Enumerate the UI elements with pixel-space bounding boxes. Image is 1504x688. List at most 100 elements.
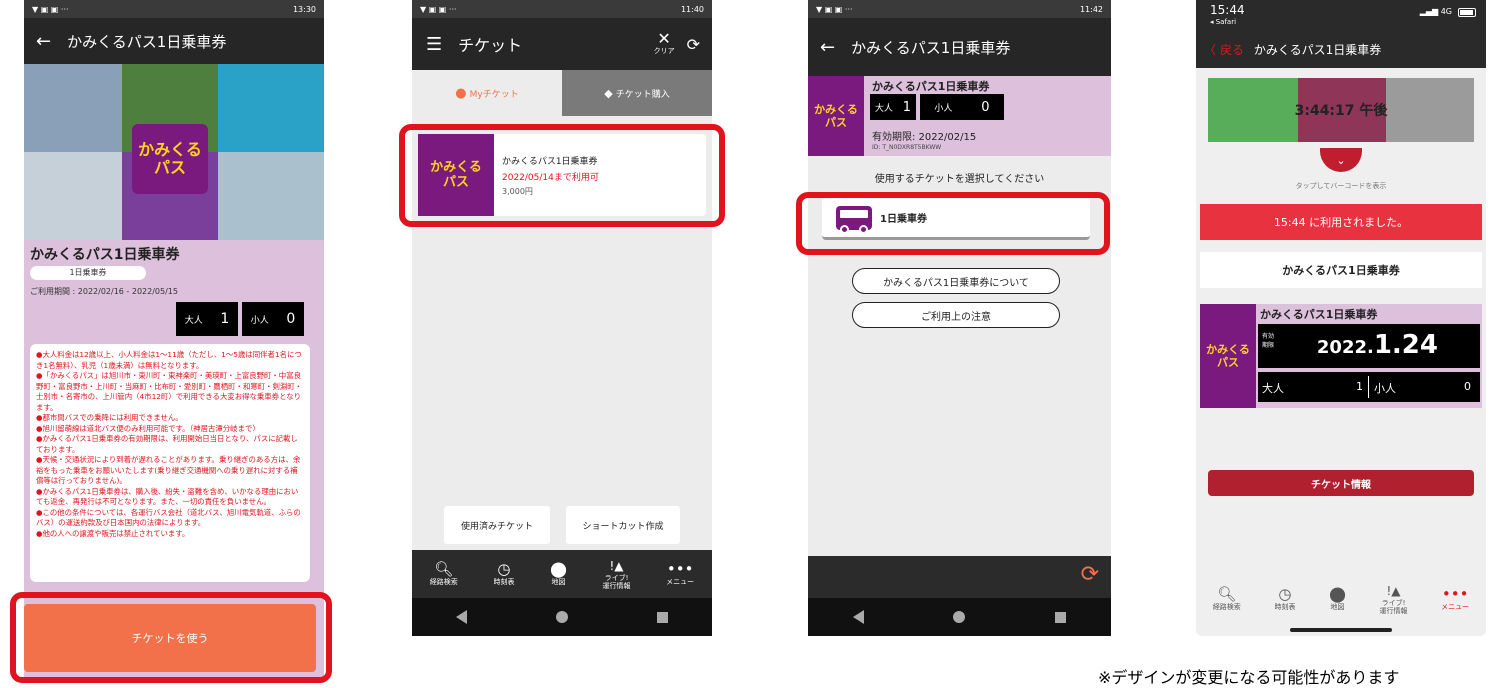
alert-icon: !▲: [1386, 584, 1401, 598]
back-link[interactable]: 〈 戻る: [1204, 41, 1244, 58]
usage-period: ご利用期間 : 2022/02/16 - 2022/05/15: [30, 287, 178, 296]
tab-my-tickets[interactable]: ● Myチケット: [412, 70, 562, 116]
ticket-logo: かみくる パス: [1200, 304, 1256, 408]
status-time: 15:44: [1210, 3, 1245, 17]
tab-timetable[interactable]: ◷ 時刻表: [1274, 586, 1295, 612]
back-to-safari[interactable]: ◂ Safari: [1210, 18, 1236, 26]
shortcut-button[interactable]: ショートカット作成: [566, 506, 680, 544]
search-icon: 🔍︎: [1217, 585, 1237, 603]
page-title: かみくるパス1日乗車券: [67, 32, 227, 51]
clear-label: クリア: [653, 47, 675, 55]
android-nav-bar: [412, 598, 712, 636]
nav-back-icon[interactable]: [456, 610, 468, 624]
app-bar: ← かみくるパス1日乗車券: [24, 18, 324, 64]
person-icon: ●: [455, 85, 467, 101]
highlight-ticket-card: [399, 124, 725, 227]
refresh-icon[interactable]: ⟳: [687, 35, 700, 54]
home-indicator: [1290, 628, 1392, 632]
nav-recents-icon[interactable]: [656, 611, 668, 623]
status-bar: ▼ ▣ ▣ ··· 11:40: [412, 0, 712, 18]
tab-buy-tickets[interactable]: ◆ チケット購入: [562, 70, 712, 116]
tab-timetable[interactable]: ◷ 時刻表: [493, 561, 514, 587]
page-title: かみくるパス1日乗車券: [851, 38, 1011, 57]
status-time: 13:30: [292, 4, 316, 14]
nav-home-icon[interactable]: [555, 611, 568, 623]
screen-ticket-used: 15:44 ◂ Safari ▂▄▆ 4G 〈 戻る かみくるパス1日乗車券 3…: [1196, 0, 1486, 636]
nav-home-icon[interactable]: [953, 611, 966, 623]
signal-indicator: ▂▄▆ 4G: [1419, 7, 1452, 16]
highlight-ticket-option: [796, 192, 1110, 255]
card-name: かみくるパス1日乗車券: [1260, 308, 1378, 321]
terms-text: ●大人料金は12歳以上、小人料金は1〜11歳（ただし、1〜5歳は同伴者1名につき…: [30, 344, 310, 582]
about-ticket-button[interactable]: かみくるパス1日乗車券について: [852, 268, 1060, 294]
usage-caution-button[interactable]: ご利用上の注意: [852, 302, 1060, 328]
child-value: 0: [286, 311, 296, 327]
adult-label: 大人: [874, 103, 893, 114]
tab-label: メニュー: [1441, 603, 1470, 611]
tab-route-search[interactable]: 🔍︎ 経路検索: [430, 561, 458, 587]
count-panel: 大人 1 小人 0: [176, 302, 304, 336]
child-value: 0: [1464, 380, 1471, 393]
child-value: 0: [981, 99, 990, 115]
app-bar: ☰ チケット ✕ クリア ⟳: [412, 18, 712, 70]
adult-value: 1: [220, 311, 230, 327]
alert-icon: !▲: [609, 559, 624, 573]
menu-icon[interactable]: ☰: [426, 34, 442, 55]
status-time: 11:40: [680, 4, 704, 14]
map-pin-icon: ⬤: [550, 560, 567, 578]
tab-label: 時刻表: [1274, 603, 1296, 611]
used-tickets-button[interactable]: 使用済みチケット: [444, 506, 550, 544]
barcode-toggle[interactable]: ⌄: [1320, 148, 1362, 172]
tab-label: メニュー: [666, 578, 695, 586]
kamikuru-logo: かみくる パス: [132, 124, 208, 194]
page-title: チケット: [458, 36, 523, 55]
tab-map[interactable]: ⬤ 地図: [550, 561, 567, 587]
status-icons: ▼ ▣ ▣ ···: [32, 4, 69, 14]
adult-label: 大人: [184, 315, 203, 326]
tab-label: 経路検索: [1212, 603, 1241, 611]
clear-button[interactable]: ✕ クリア: [653, 29, 675, 56]
child-count: 小人 0: [242, 302, 304, 336]
used-notice: 15:44 に利用されました。: [1200, 204, 1482, 240]
status-time: 11:42: [1079, 4, 1103, 14]
page-title: かみくるパス1日乗車券: [1253, 42, 1382, 57]
adult-value: 1: [902, 99, 912, 115]
live-clock-banner: 3:44:17 午後: [1208, 78, 1474, 142]
clock-icon: ◷: [497, 560, 511, 578]
tab-live-info[interactable]: !▲ ライブ! 運行情報: [1380, 583, 1408, 615]
reload-icon[interactable]: ⟳: [1081, 562, 1099, 587]
validity-label: 有効 期限: [1262, 333, 1275, 349]
validity-panel: 有効 期限 2022.1.24: [1258, 324, 1480, 368]
card-name: かみくるパス1日乗車券: [872, 80, 990, 93]
tab-menu[interactable]: ••• メニュー: [1441, 586, 1469, 612]
tab-route-search[interactable]: 🔍︎ 経路検索: [1213, 586, 1241, 612]
count-divider: [1368, 376, 1369, 398]
clock-icon: ◷: [1278, 585, 1292, 603]
tab-map[interactable]: ⬤ 地図: [1329, 586, 1346, 612]
adult-label: 大人: [1262, 382, 1284, 395]
date-year: 2022.: [1316, 337, 1374, 358]
nav-back-icon[interactable]: [852, 610, 864, 624]
tab-buy-label: チケット購入: [615, 89, 670, 100]
status-bar: ▼ ▣ ▣ ··· 13:30: [24, 0, 324, 18]
nav-recents-icon[interactable]: [1055, 611, 1067, 623]
back-arrow-icon[interactable]: ←: [36, 31, 51, 52]
status-bar: ▼ ▣ ▣ ··· 11:42: [808, 0, 1111, 18]
tab-live-info[interactable]: !▲ ライブ! 運行情報: [603, 558, 631, 590]
tab-label: ライブ! 運行情報: [1379, 599, 1408, 615]
ticket-name-banner: かみくるパス1日乗車券: [1200, 252, 1482, 288]
back-arrow-icon[interactable]: ←: [820, 37, 835, 58]
app-bar: ← かみくるパス1日乗車券: [808, 18, 1111, 76]
tab-label: ライブ! 運行情報: [602, 574, 631, 590]
android-nav-bar: [808, 598, 1111, 636]
tab-label: 時刻表: [493, 578, 515, 586]
child-label: 小人: [934, 103, 953, 114]
status-icons: ▼ ▣ ▣ ···: [420, 4, 457, 14]
bottom-tab-bar: 🔍︎ 経路検索 ◷ 時刻表 ⬤ 地図 !▲ ライブ! 運行情報 ••• メニュー: [412, 550, 712, 598]
ticket-info-button[interactable]: チケット情報: [1208, 470, 1474, 496]
ticket-type-badge: 1日乗車券: [30, 266, 146, 280]
date-day: 1.24: [1373, 330, 1438, 360]
close-icon: ✕: [657, 29, 671, 48]
instruction-text: 使用するチケットを選択してください: [874, 174, 1045, 185]
tab-menu[interactable]: ••• メニュー: [666, 561, 694, 587]
